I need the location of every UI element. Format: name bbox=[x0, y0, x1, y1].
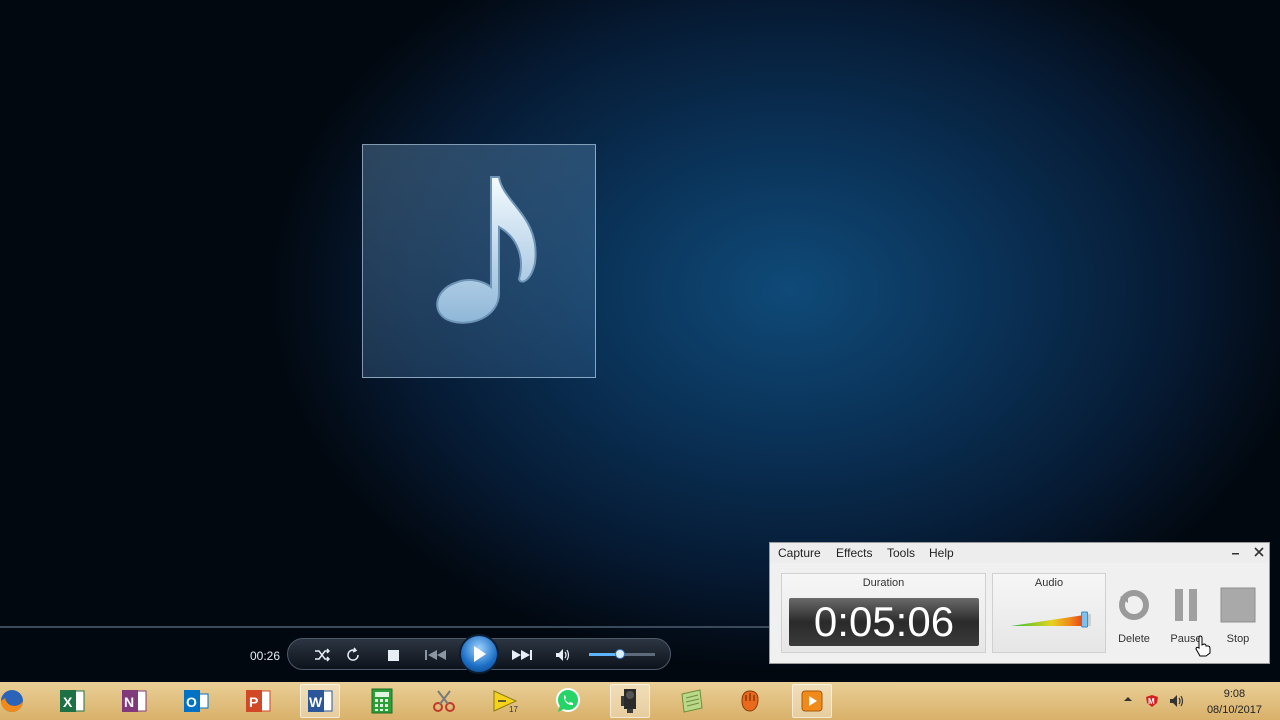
mute-button[interactable] bbox=[553, 645, 573, 665]
taskbar-firefox[interactable] bbox=[0, 684, 32, 718]
next-button[interactable] bbox=[509, 645, 535, 665]
music-note-icon bbox=[436, 176, 537, 324]
volume-knob[interactable] bbox=[615, 649, 626, 659]
speaker-icon bbox=[1170, 695, 1184, 707]
album-art bbox=[362, 144, 596, 378]
menu-help[interactable]: Help bbox=[929, 546, 954, 560]
minimize-button[interactable] bbox=[1231, 545, 1241, 560]
video-camera-icon bbox=[621, 689, 636, 713]
previous-icon bbox=[425, 650, 446, 660]
calculator-icon bbox=[371, 688, 393, 714]
play-button[interactable] bbox=[459, 634, 499, 674]
taskbar-labview[interactable]: 17 bbox=[486, 684, 526, 718]
taskbar-media-player[interactable] bbox=[792, 684, 832, 718]
taskbar-outlook[interactable]: O bbox=[176, 684, 216, 718]
recorder-menubar: Capture Effects Tools Help bbox=[770, 543, 1269, 563]
audio-level-knob[interactable] bbox=[1081, 611, 1089, 628]
repeat-button[interactable] bbox=[343, 645, 363, 665]
excel-icon: X bbox=[60, 690, 85, 712]
repeat-icon bbox=[347, 647, 359, 661]
firefox-icon bbox=[1, 690, 23, 712]
stop-button[interactable] bbox=[383, 645, 403, 665]
svg-text:17: 17 bbox=[509, 705, 518, 714]
seek-bar[interactable] bbox=[0, 626, 770, 628]
delete-label: Delete bbox=[1118, 633, 1150, 645]
delete-icon bbox=[1119, 590, 1149, 620]
audio-meter-fill bbox=[1011, 614, 1085, 626]
previous-button[interactable] bbox=[423, 645, 449, 665]
close-button[interactable] bbox=[1254, 545, 1264, 560]
svg-text:M: M bbox=[1148, 697, 1155, 706]
svg-text:W: W bbox=[309, 694, 323, 710]
close-icon bbox=[1254, 547, 1264, 557]
taskbar-snipping-tool[interactable] bbox=[424, 684, 464, 718]
tray-overflow-button[interactable] bbox=[1123, 693, 1133, 707]
glove-icon bbox=[741, 690, 759, 712]
powerpoint-icon: P bbox=[246, 690, 271, 712]
taskbar-whatsapp[interactable] bbox=[548, 684, 588, 718]
shuffle-icon bbox=[315, 648, 330, 662]
stop-icon bbox=[387, 649, 399, 661]
delete-button[interactable]: Delete bbox=[1114, 587, 1154, 647]
svg-text:X: X bbox=[63, 694, 73, 710]
media-player-icon bbox=[801, 690, 823, 712]
duration-value: 0:05:06 bbox=[789, 598, 979, 646]
onenote-icon: N bbox=[122, 690, 147, 712]
shuffle-button[interactable] bbox=[312, 645, 332, 665]
stop-recording-button[interactable]: Stop bbox=[1218, 587, 1258, 647]
labview-icon: 17 bbox=[493, 690, 518, 714]
menu-capture[interactable]: Capture bbox=[778, 546, 821, 560]
taskbar-word[interactable]: W bbox=[300, 684, 340, 718]
taskbar-vlc[interactable] bbox=[730, 684, 770, 718]
duration-panel: Duration 0:05:06 bbox=[781, 573, 986, 653]
svg-text:O: O bbox=[186, 694, 197, 710]
taskbar-excel[interactable]: X bbox=[52, 684, 92, 718]
audio-level-meter[interactable] bbox=[1011, 610, 1091, 628]
taskbar-camtasia-recorder[interactable] bbox=[610, 684, 650, 718]
audio-panel: Audio bbox=[992, 573, 1106, 653]
elapsed-time: 00:26 bbox=[250, 649, 281, 663]
shield-icon: M bbox=[1146, 695, 1158, 707]
stop-label: Stop bbox=[1226, 633, 1250, 645]
scissors-icon bbox=[433, 690, 455, 712]
tray-mcafee[interactable]: M bbox=[1145, 694, 1159, 711]
taskbar-powerpoint[interactable]: P bbox=[238, 684, 278, 718]
clock-time: 9:08 bbox=[1223, 688, 1246, 700]
chevron-up-icon bbox=[1124, 697, 1132, 701]
tray-volume[interactable] bbox=[1169, 694, 1185, 711]
taskbar-onenote[interactable]: N bbox=[114, 684, 154, 718]
volume-slider[interactable] bbox=[589, 649, 655, 659]
hand-cursor-icon bbox=[1195, 635, 1211, 657]
next-icon bbox=[512, 650, 532, 660]
system-clock[interactable]: 9:08 08/10/2017 bbox=[1207, 686, 1262, 718]
taskbar-calculator[interactable] bbox=[362, 684, 402, 718]
notepad-icon bbox=[681, 689, 703, 713]
clock-date: 08/10/2017 bbox=[1206, 704, 1262, 716]
play-icon bbox=[474, 646, 486, 662]
menu-effects[interactable]: Effects bbox=[836, 546, 872, 560]
stop-icon bbox=[1220, 587, 1256, 623]
duration-label: Duration bbox=[862, 577, 905, 589]
menu-tools[interactable]: Tools bbox=[887, 546, 915, 560]
svg-text:P: P bbox=[249, 694, 258, 710]
audio-label: Audio bbox=[1034, 577, 1064, 589]
speaker-icon bbox=[556, 649, 570, 661]
taskbar-notepad[interactable] bbox=[672, 684, 712, 718]
outlook-icon: O bbox=[184, 690, 209, 712]
svg-text:N: N bbox=[124, 694, 134, 710]
word-icon: W bbox=[308, 690, 333, 712]
whatsapp-icon bbox=[556, 688, 580, 712]
pause-icon bbox=[1175, 589, 1197, 621]
minimize-icon bbox=[1232, 553, 1239, 555]
